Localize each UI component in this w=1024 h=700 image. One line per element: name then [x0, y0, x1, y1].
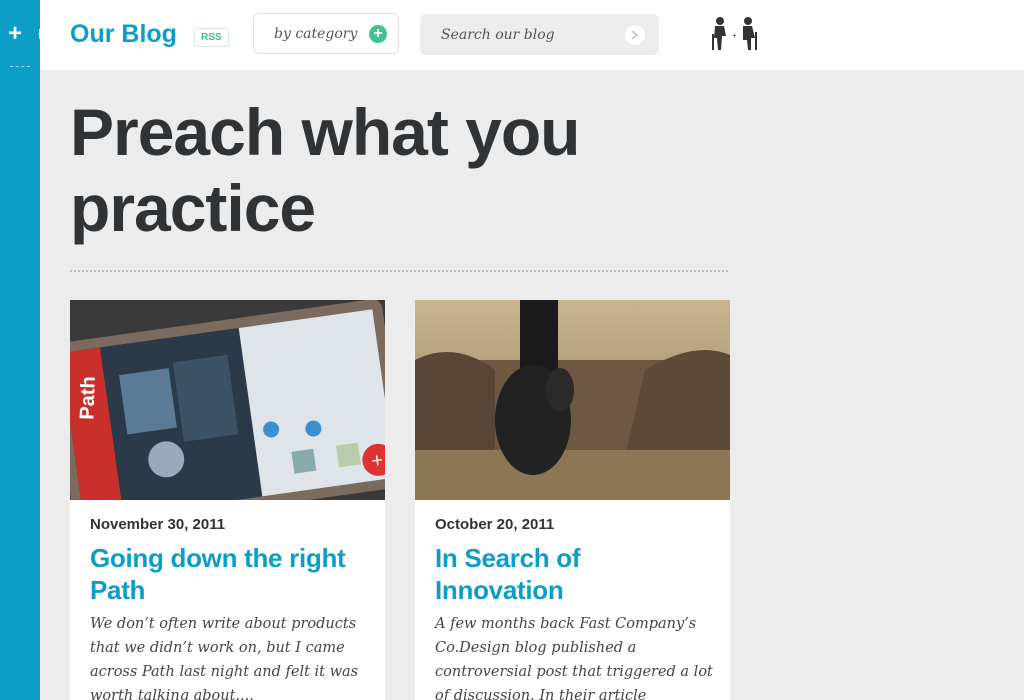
search-submit-button[interactable]: [625, 25, 645, 45]
post-card-innovation[interactable]: October 20, 2011 In Search of Innovation…: [415, 300, 730, 700]
expand-menu-button[interactable]: +: [8, 20, 45, 50]
site-header: Our Blog RSS by category + +: [40, 0, 1024, 70]
plus-icon: +: [8, 20, 23, 47]
rss-badge[interactable]: RSS: [194, 28, 229, 47]
blog-title-link[interactable]: Our Blog: [70, 20, 177, 49]
left-rail: +: [0, 0, 45, 700]
post-date: October 20, 2011: [435, 516, 555, 533]
svg-text:Path: Path: [76, 376, 99, 420]
search-box: [420, 14, 659, 55]
two-people-chairs-logo[interactable]: +: [710, 16, 760, 52]
page-title: Preach what you practice: [70, 95, 581, 245]
post-image-path-app[interactable]: Path +: [70, 300, 385, 500]
post-excerpt: A few months back Fast Company’s Co.Desi…: [435, 616, 713, 700]
post-excerpt: We don’t often write about products that…: [90, 616, 359, 700]
post-image-monolith[interactable]: [415, 300, 730, 500]
post-title-link[interactable]: In Search of Innovation: [435, 542, 715, 606]
svg-text:+: +: [732, 31, 737, 40]
category-label: by category: [274, 26, 358, 42]
post-date: November 30, 2011: [90, 516, 226, 533]
plus-circle-icon: +: [369, 25, 387, 43]
post-title-link[interactable]: Going down the right Path: [90, 542, 370, 606]
search-input[interactable]: [420, 14, 620, 55]
rail-divider: [10, 66, 30, 67]
title-divider: [70, 270, 728, 272]
post-card-path[interactable]: Path + November 30, 2011 Going down the …: [70, 300, 385, 700]
category-dropdown[interactable]: by category +: [253, 13, 399, 54]
chevron-right-icon: [631, 30, 639, 40]
